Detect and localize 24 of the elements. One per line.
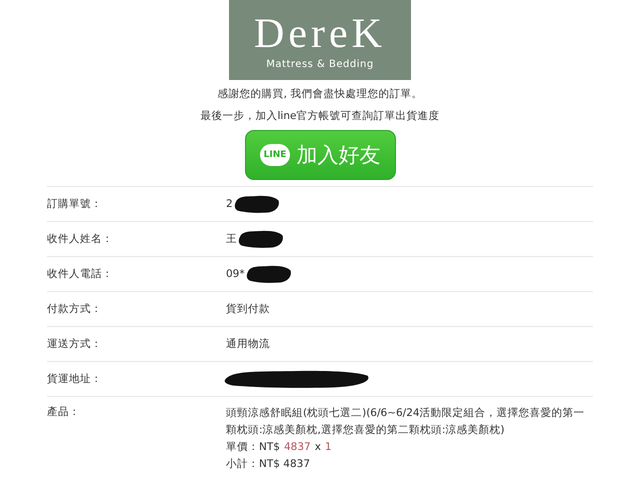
times-sign: x: [314, 440, 321, 455]
quantity: 1: [324, 440, 332, 455]
logo-name: DereK: [254, 10, 386, 56]
field-label: 運送方式：: [47, 337, 103, 351]
field-label: 收件人姓名：: [47, 232, 114, 246]
field-value: 貨到付款: [226, 302, 270, 316]
subtotal: 小計：NT$ 4837: [226, 457, 310, 472]
field-value: 王: [226, 232, 237, 246]
unit-price-label: 單價：NT$: [226, 440, 280, 455]
chat-bubble-icon: LINE: [260, 144, 290, 166]
logo-tagline: Mattress & Bedding: [266, 58, 374, 70]
field-label: 收件人電話：: [47, 267, 114, 281]
product-name: 頭頸涼感舒眠組(枕頭七選二)(6/6~6/24活動限定組合，選擇您喜愛的第一顆枕頭:涼感美顏枕,選擇您喜愛的第二顆枕頭:涼感美顏枕): [226, 406, 586, 438]
field-value: 2: [226, 198, 233, 210]
field-label: 貨運地址：: [47, 372, 103, 386]
hint-message: 最後一步，加入line官方帳號可查詢訂單出貨進度: [200, 109, 440, 124]
add-friend-button[interactable]: LINE 加入好友: [244, 130, 396, 180]
field-label: 付款方式：: [47, 302, 103, 316]
field-label: 產品：: [47, 405, 81, 419]
unit-price: 4837: [284, 440, 311, 455]
field-value: 09*: [226, 268, 245, 280]
field-label: 訂購單號：: [47, 197, 103, 211]
thanks-message: 感謝您的購買, 我們會盡快處理您的訂單。: [218, 87, 422, 102]
field-value: 通用物流: [226, 337, 270, 351]
